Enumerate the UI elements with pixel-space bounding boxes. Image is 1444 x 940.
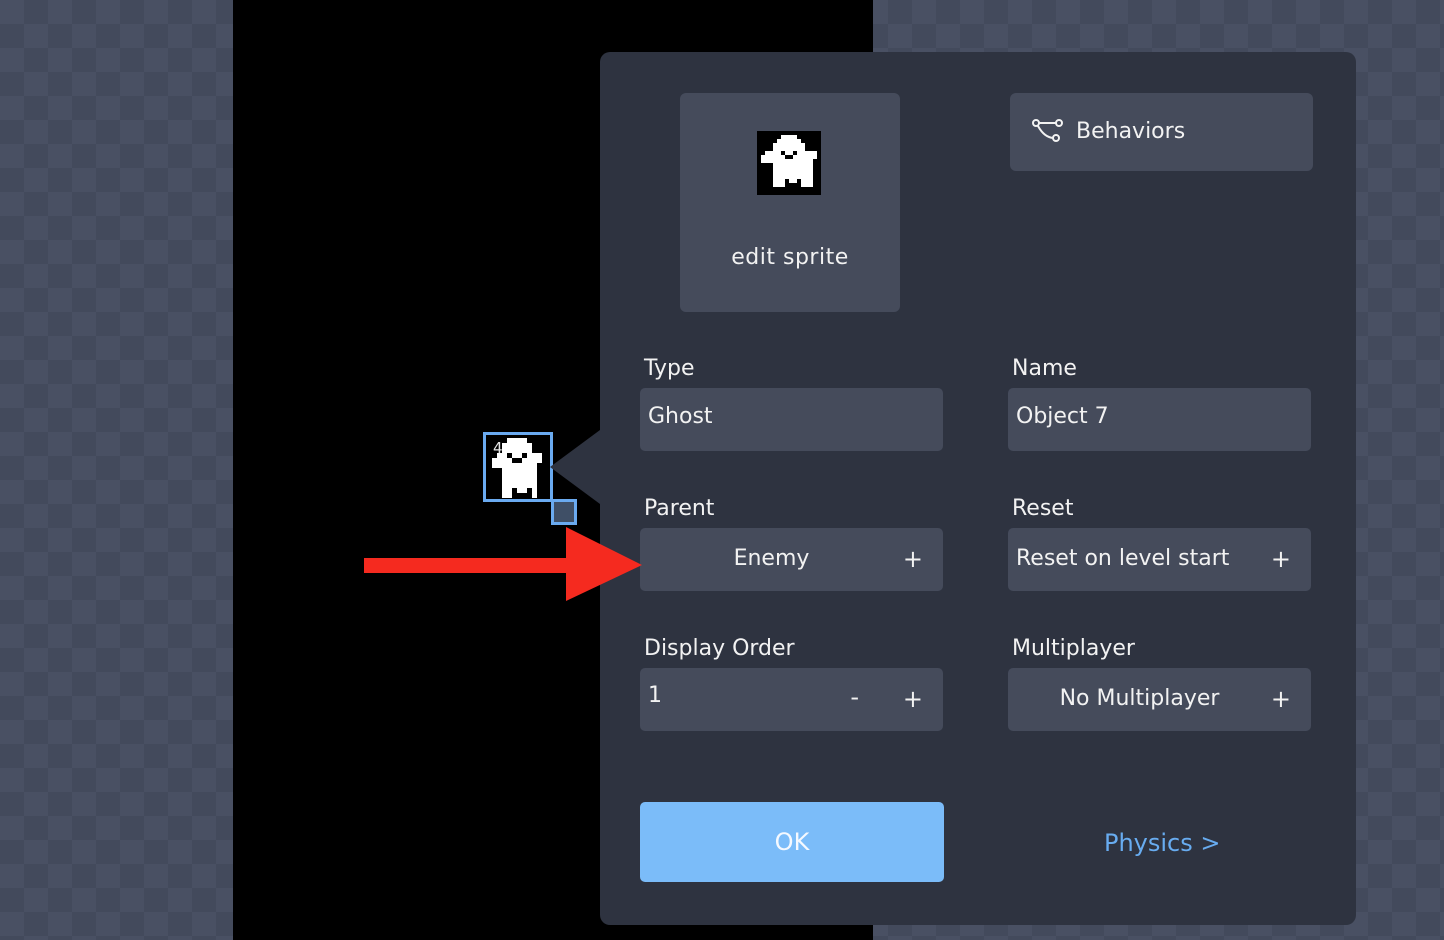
multiplayer-selector[interactable]: No Multiplayer + xyxy=(1008,668,1311,731)
object-id-label: 4 xyxy=(493,439,503,457)
ghost-sprite-icon xyxy=(757,131,821,195)
behaviors-label: Behaviors xyxy=(1076,119,1186,144)
multiplayer-label: Multiplayer xyxy=(1012,636,1135,661)
reset-add-button[interactable]: + xyxy=(1271,547,1291,571)
behaviors-button[interactable]: Behaviors xyxy=(1010,93,1313,171)
reset-selector[interactable]: Reset on level start + xyxy=(1008,528,1311,591)
ok-button[interactable]: OK xyxy=(640,802,944,882)
edit-sprite-button[interactable]: edit sprite xyxy=(680,93,900,312)
reset-value: Reset on level start xyxy=(1016,546,1230,571)
parent-label: Parent xyxy=(644,496,715,521)
parent-value: Enemy xyxy=(733,546,810,571)
display-order-value: 1 xyxy=(648,683,662,708)
display-order-label: Display Order xyxy=(644,636,795,661)
panel-pointer xyxy=(550,430,600,504)
name-input[interactable]: Object 7 xyxy=(1008,388,1311,451)
display-order-decrement-button[interactable]: - xyxy=(850,685,859,709)
reset-label: Reset xyxy=(1012,496,1074,521)
type-field[interactable]: Ghost xyxy=(640,388,943,451)
selected-game-object[interactable]: 4 xyxy=(483,432,553,502)
parent-add-button[interactable]: + xyxy=(903,547,923,571)
name-value: Object 7 xyxy=(1016,404,1109,429)
object-properties-panel: edit sprite Behaviors Type Ghost Name Ob… xyxy=(600,52,1356,925)
parent-selector[interactable]: Enemy + xyxy=(640,528,943,591)
red-arrow-icon xyxy=(364,527,642,601)
display-order-increment-button[interactable]: + xyxy=(903,687,923,711)
behavior-graph-icon xyxy=(1032,119,1063,142)
type-label: Type xyxy=(644,356,695,381)
type-value: Ghost xyxy=(648,404,713,429)
display-order-stepper[interactable]: 1 - + xyxy=(640,668,943,731)
edit-sprite-label: edit sprite xyxy=(731,245,849,270)
name-label: Name xyxy=(1012,356,1077,381)
physics-link[interactable]: Physics > xyxy=(1104,829,1221,857)
multiplayer-value: No Multiplayer xyxy=(1059,686,1220,711)
multiplayer-add-button[interactable]: + xyxy=(1271,687,1291,711)
